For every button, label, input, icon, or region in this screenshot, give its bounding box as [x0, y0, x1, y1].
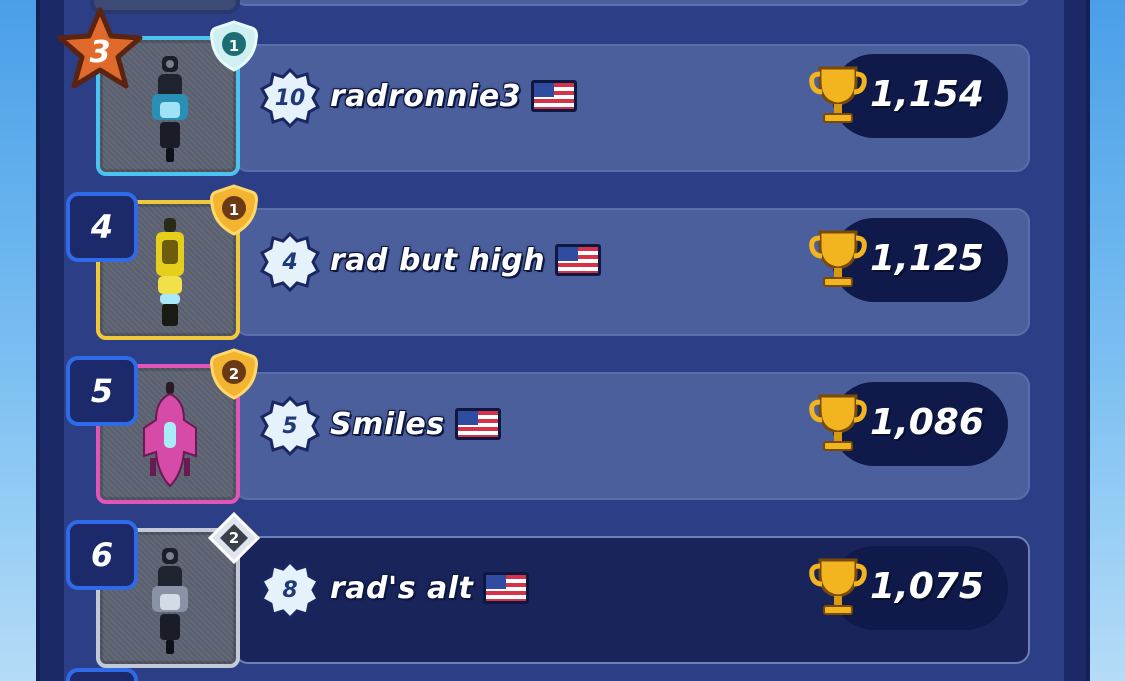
- trophy-icon: [809, 558, 867, 615]
- trophy-icon: [809, 394, 867, 451]
- leaderboard-row[interactable]: 3 1 10 radronnie3 1,154: [57, 7, 1044, 186]
- vehicle-icon: [156, 218, 184, 326]
- player-name-row[interactable]: Smiles: [330, 402, 501, 446]
- rank-number: 3: [89, 34, 111, 70]
- level-number: 10: [274, 85, 306, 111]
- us-flag-icon: [483, 572, 530, 604]
- level-number: 5: [282, 413, 298, 439]
- rank-number: 5: [66, 356, 138, 426]
- trophy-count: 1,075: [870, 565, 984, 607]
- player-name-row[interactable]: rad's alt: [330, 566, 530, 610]
- leaderboard-row[interactable]: 5 2 5 Smiles 1,086: [64, 348, 1044, 514]
- player-name-row[interactable]: radronnie3: [330, 74, 578, 118]
- vehicle-icon: [152, 56, 188, 162]
- badge-number: 2: [228, 365, 240, 383]
- trophy-icon: [809, 66, 867, 123]
- us-flag-icon: [531, 80, 578, 112]
- next-row-rank-box: [66, 668, 138, 681]
- leaderboard-row[interactable]: 4 1 4 rad but high 1,125: [64, 184, 1044, 350]
- vehicle-icon: [143, 382, 197, 488]
- player-name: rad's alt: [330, 570, 474, 606]
- trophy-count: 1,154: [870, 73, 984, 115]
- trophy-count: 1,125: [870, 237, 984, 279]
- trophy-icon: [809, 230, 867, 287]
- rank-number: 6: [66, 520, 138, 590]
- player-name: radronnie3: [330, 78, 522, 114]
- player-name-row[interactable]: rad but high: [330, 238, 602, 282]
- player-name: Smiles: [330, 406, 445, 442]
- rank-number: 4: [66, 192, 138, 262]
- vehicle-icon: [152, 548, 188, 654]
- us-flag-icon: [454, 408, 501, 440]
- badge-number: 2: [228, 529, 240, 547]
- leaderboard-row-current-player[interactable]: 6 2 8 rad's alt 1,075: [64, 511, 1044, 678]
- trophy-count: 1,086: [870, 401, 984, 443]
- player-name: rad but high: [330, 242, 546, 278]
- level-number: 4: [282, 249, 298, 275]
- badge-number: 1: [228, 37, 240, 55]
- previous-row-card: [234, 0, 1030, 6]
- us-flag-icon: [555, 244, 602, 276]
- badge-number: 1: [228, 201, 240, 219]
- level-number: 8: [282, 577, 298, 603]
